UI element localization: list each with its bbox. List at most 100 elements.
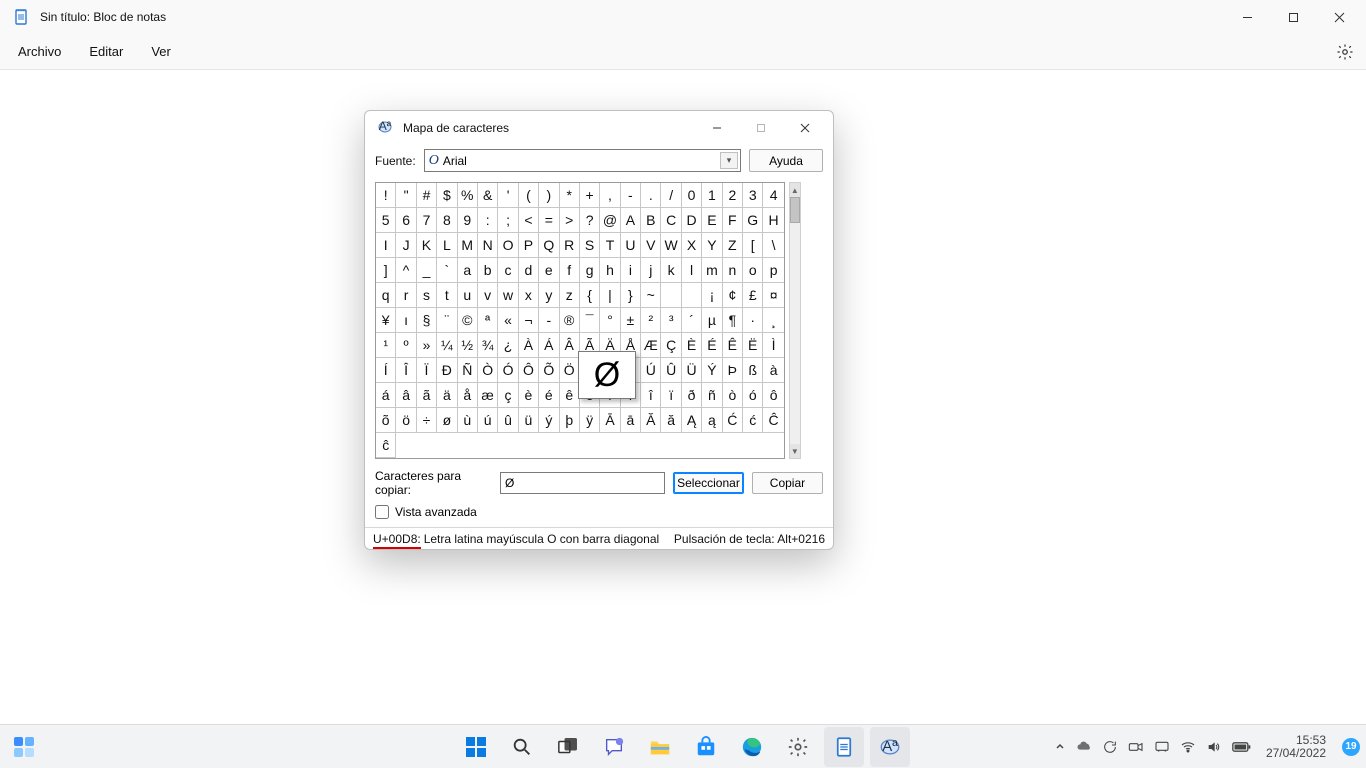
char-cell[interactable]: k: [661, 258, 681, 283]
scroll-thumb[interactable]: [790, 197, 800, 223]
char-cell[interactable]: Ï: [417, 358, 437, 383]
char-cell[interactable]: º: [396, 333, 416, 358]
char-cell[interactable]: «: [498, 308, 518, 333]
copy-button[interactable]: Copiar: [752, 472, 823, 494]
char-cell[interactable]: }: [621, 283, 641, 308]
minimize-button[interactable]: [1224, 1, 1270, 33]
char-cell[interactable]: l: [682, 258, 702, 283]
char-cell[interactable]: @: [600, 208, 620, 233]
char-cell[interactable]: 6: [396, 208, 416, 233]
char-cell[interactable]: ]: [376, 258, 396, 283]
char-cell[interactable]: Á: [539, 333, 559, 358]
char-cell[interactable]: ĉ: [376, 433, 396, 458]
char-cell[interactable]: ·: [743, 308, 763, 333]
char-cell[interactable]: [682, 283, 702, 308]
char-cell[interactable]: P: [519, 233, 539, 258]
char-cell[interactable]: -: [621, 183, 641, 208]
char-cell[interactable]: i: [621, 258, 641, 283]
char-cell[interactable]: Ü: [682, 358, 702, 383]
char-cell[interactable]: >: [560, 208, 580, 233]
char-cell[interactable]: ı: [396, 308, 416, 333]
char-cell[interactable]: ¸: [763, 308, 783, 333]
char-cell[interactable]: *: [560, 183, 580, 208]
char-cell[interactable]: D: [682, 208, 702, 233]
char-cell[interactable]: Þ: [723, 358, 743, 383]
scroll-up-icon[interactable]: ▲: [790, 183, 800, 197]
help-button[interactable]: Ayuda: [749, 149, 823, 172]
char-cell[interactable]: ¬: [519, 308, 539, 333]
taskbar-store[interactable]: [686, 727, 726, 767]
char-cell[interactable]: Ă: [641, 408, 661, 433]
char-cell[interactable]: ~: [641, 283, 661, 308]
char-cell[interactable]: w: [498, 283, 518, 308]
char-cell[interactable]: %: [458, 183, 478, 208]
char-cell[interactable]: ú: [478, 408, 498, 433]
char-cell[interactable]: ¹: [376, 333, 396, 358]
char-cell[interactable]: ã: [417, 383, 437, 408]
char-cell[interactable]: Ā: [600, 408, 620, 433]
tray-battery-icon[interactable]: [1232, 741, 1252, 753]
char-cell[interactable]: q: [376, 283, 396, 308]
char-cell[interactable]: ²: [641, 308, 661, 333]
char-cell[interactable]: B: [641, 208, 661, 233]
advanced-view-label[interactable]: Vista avanzada: [395, 505, 477, 519]
char-cell[interactable]: F: [723, 208, 743, 233]
char-cell[interactable]: ÿ: [580, 408, 600, 433]
char-cell[interactable]: J: [396, 233, 416, 258]
char-cell[interactable]: L: [437, 233, 457, 258]
close-button[interactable]: [1316, 1, 1362, 33]
scroll-down-icon[interactable]: ▼: [790, 444, 800, 458]
char-cell[interactable]: ý: [539, 408, 559, 433]
char-cell[interactable]: ê: [560, 383, 580, 408]
char-cell[interactable]: z: [560, 283, 580, 308]
char-cell[interactable]: K: [417, 233, 437, 258]
char-cell[interactable]: {: [580, 283, 600, 308]
char-cell[interactable]: Ì: [763, 333, 783, 358]
char-cell[interactable]: t: [437, 283, 457, 308]
char-cell[interactable]: $: [437, 183, 457, 208]
char-cell[interactable]: µ: [702, 308, 722, 333]
char-cell[interactable]: Î: [396, 358, 416, 383]
char-cell[interactable]: &: [478, 183, 498, 208]
scroll-track[interactable]: [790, 197, 800, 444]
char-cell[interactable]: Ĉ: [763, 408, 783, 433]
char-cell[interactable]: m: [702, 258, 722, 283]
char-cell[interactable]: Ñ: [458, 358, 478, 383]
char-cell[interactable]: c: [498, 258, 518, 283]
char-cell[interactable]: ¥: [376, 308, 396, 333]
char-cell[interactable]: ¼: [437, 333, 457, 358]
char-cell[interactable]: ´: [682, 308, 702, 333]
char-cell[interactable]: p: [763, 258, 783, 283]
char-cell[interactable]: -: [539, 308, 559, 333]
char-cell[interactable]: /: [661, 183, 681, 208]
menu-view[interactable]: Ver: [139, 40, 183, 63]
char-cell[interactable]: ø: [437, 408, 457, 433]
char-cell[interactable]: H: [763, 208, 783, 233]
taskbar-chat[interactable]: [594, 727, 634, 767]
charmap-close[interactable]: [783, 112, 827, 144]
char-cell[interactable]: ^: [396, 258, 416, 283]
char-cell[interactable]: 8: [437, 208, 457, 233]
char-cell[interactable]: ô: [763, 383, 783, 408]
char-cell[interactable]: Q: [539, 233, 559, 258]
char-cell[interactable]: A: [621, 208, 641, 233]
char-cell[interactable]: [661, 283, 681, 308]
char-cell[interactable]: h: [600, 258, 620, 283]
tray-language-icon[interactable]: [1154, 739, 1170, 755]
char-cell[interactable]: ó: [743, 383, 763, 408]
char-cell[interactable]: W: [661, 233, 681, 258]
char-cell[interactable]: U: [621, 233, 641, 258]
char-cell[interactable]: R: [560, 233, 580, 258]
char-cell[interactable]: O: [498, 233, 518, 258]
char-cell[interactable]: #: [417, 183, 437, 208]
char-cell[interactable]: á: [376, 383, 396, 408]
char-cell[interactable]: £: [743, 283, 763, 308]
char-cell[interactable]: _: [417, 258, 437, 283]
char-cell[interactable]: T: [600, 233, 620, 258]
menu-file[interactable]: Archivo: [6, 40, 73, 63]
char-cell[interactable]: M: [458, 233, 478, 258]
char-cell[interactable]: õ: [376, 408, 396, 433]
char-cell[interactable]: `: [437, 258, 457, 283]
char-cell[interactable]: Ý: [702, 358, 722, 383]
char-cell[interactable]: \: [763, 233, 783, 258]
